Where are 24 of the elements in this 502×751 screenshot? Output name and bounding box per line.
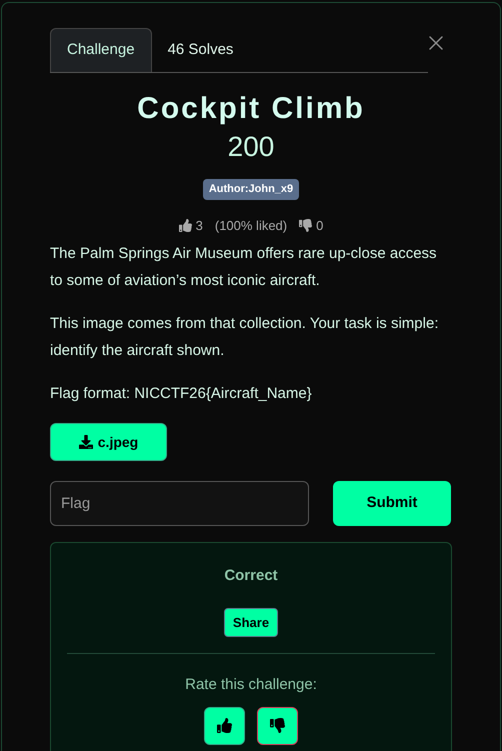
rate-prompt: Rate this challenge: (185, 675, 317, 695)
like-button[interactable] (204, 706, 245, 744)
thumbs-down-icon (270, 718, 285, 733)
description-paragraph: Flag format: NICCTF26{Aircraft_Name} (50, 384, 313, 404)
thumbs-up-icon (178, 218, 192, 232)
description-paragraph: The Palm Springs Air Museum offers rare up-close access to some of aviation’s most iconic aircraft. (50, 244, 438, 291)
thumbs-up-icon (217, 718, 232, 733)
dislike-count: 0 (316, 216, 324, 234)
thumbs-down-icon (299, 218, 312, 232)
tab[interactable]: 46 Solves (152, 28, 250, 72)
dislike-button[interactable] (257, 706, 298, 744)
flag-input[interactable]: Flag (50, 481, 309, 526)
download-icon (78, 435, 93, 449)
share-button[interactable]: Share (224, 608, 278, 637)
challenge-title: Cockpit Climb (137, 91, 365, 127)
author-tag: Author:John_x9 (202, 179, 300, 200)
submit-button[interactable]: Submit (333, 481, 451, 526)
like-count: 3 (196, 216, 203, 234)
description-paragraph: This image comes from that collection. Your task is simple: identify the aircraft shown. (50, 314, 440, 361)
result-status: Correct (224, 566, 278, 586)
download-button[interactable]: c.jpeg (50, 423, 167, 461)
tab[interactable]: Challenge (50, 28, 152, 72)
challenge-points: 200 (228, 130, 274, 164)
like-percent: (100% liked) (214, 216, 288, 235)
